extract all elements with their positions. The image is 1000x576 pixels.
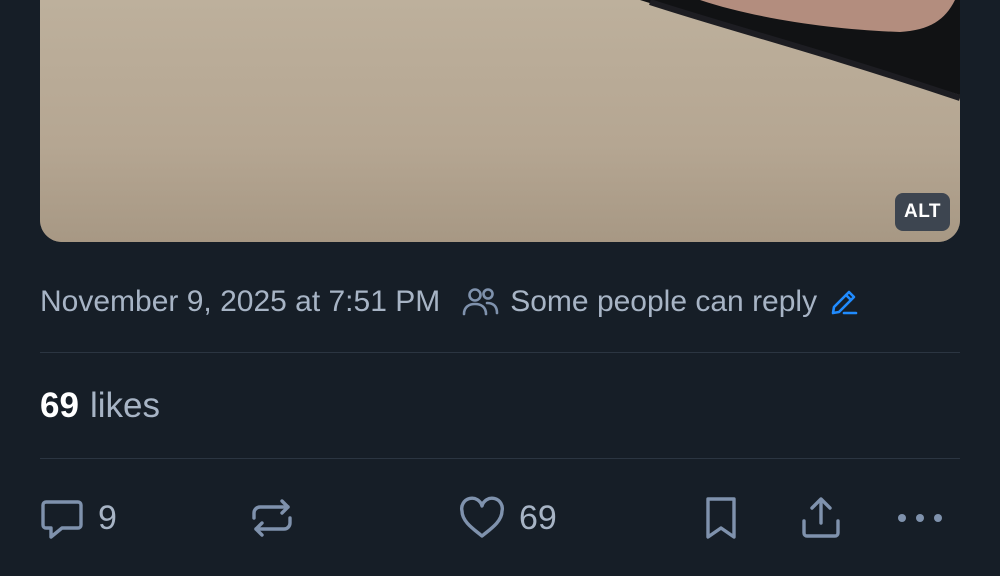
likes-label: likes <box>89 386 160 425</box>
share-button[interactable] <box>796 490 846 546</box>
post-meta: November 9, 2025 at 7:51 PM Some people … <box>40 280 960 324</box>
post-timestamp: November 9, 2025 at 7:51 PM <box>40 285 441 318</box>
likes-summary[interactable]: 69 likes <box>40 382 160 430</box>
share-icon <box>796 493 846 543</box>
repost-button[interactable] <box>248 490 296 546</box>
reply-setting-label: Some people can reply <box>510 285 818 318</box>
bookmark-icon <box>698 493 744 543</box>
more-options-button[interactable] <box>894 490 946 546</box>
pencil-icon[interactable] <box>829 287 859 317</box>
photo-content <box>40 0 960 242</box>
likes-count: 69 <box>40 386 79 425</box>
ellipsis-icon <box>894 508 946 528</box>
post-image[interactable]: ALT <box>40 0 960 242</box>
bookmark-button[interactable] <box>698 490 744 546</box>
reply-setting-button[interactable]: Some people can reply <box>462 285 859 319</box>
heart-icon <box>457 494 507 542</box>
reply-button[interactable]: 9 <box>38 490 117 546</box>
reply-count: 9 <box>98 498 117 537</box>
post-actions: 9 69 <box>0 490 1000 546</box>
like-count: 69 <box>519 498 557 537</box>
divider <box>40 458 960 459</box>
people-icon <box>462 286 500 318</box>
post-thread-view: ALT November 9, 2025 at 7:51 PM Some peo… <box>0 0 1000 576</box>
divider <box>40 352 960 353</box>
like-button[interactable]: 69 <box>457 490 557 546</box>
alt-text-button[interactable]: ALT <box>894 193 950 231</box>
repost-icon <box>248 494 296 542</box>
comment-icon <box>38 494 86 542</box>
